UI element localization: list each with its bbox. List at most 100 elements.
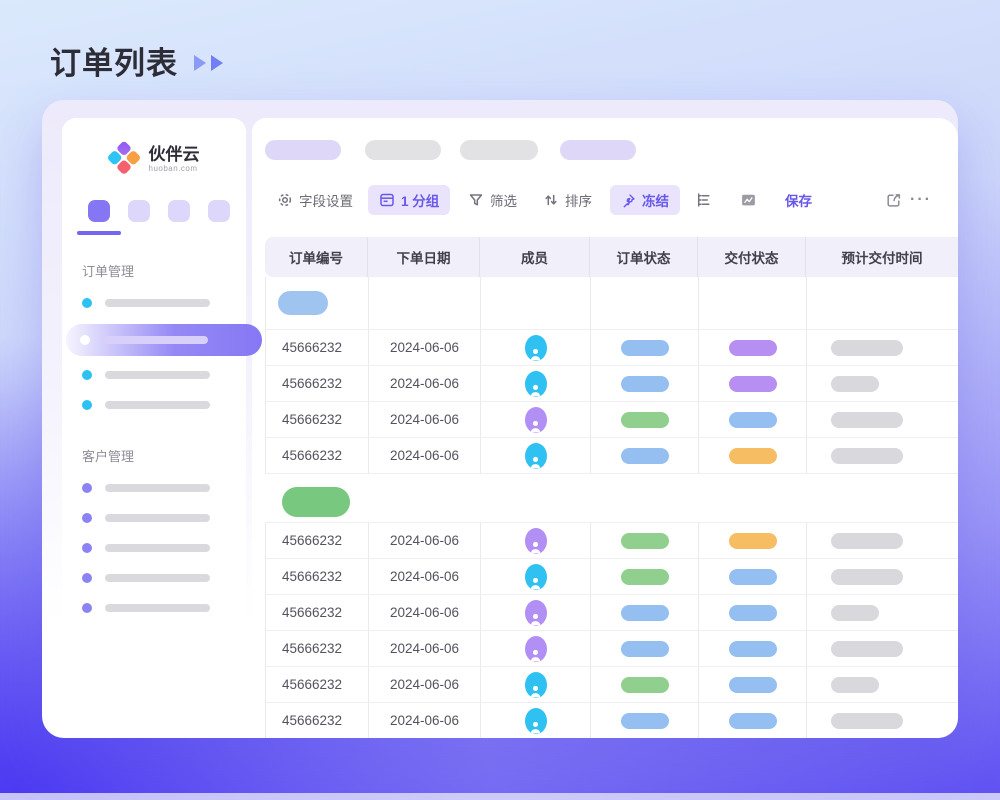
member-avatar [525,600,547,626]
chart-view-button[interactable] [740,192,757,209]
member-avatar [525,564,547,590]
column-header[interactable]: 订单编号 [265,237,368,277]
item-label-placeholder [105,401,210,409]
delivery-status-cell [699,631,807,666]
table-row[interactable]: 456662322024-06-06 [265,667,958,703]
member-cell [481,366,591,401]
table-header-row: 订单编号下单日期成员订单状态交付状态预计交付时间 [265,237,958,277]
logo: 伙伴云 huoban.com [62,144,246,174]
eta-placeholder-pill [831,677,879,693]
order-number-cell: 45666232 [266,438,369,473]
order-number-cell: 45666232 [266,703,369,738]
member-cell [481,402,591,437]
sidebar-item[interactable] [62,563,246,593]
sort-label: 排序 [565,190,592,210]
arrow-right-icon [211,55,223,71]
member-avatar [525,708,547,734]
delivery-status-pill [729,641,777,657]
group-header-row[interactable] [265,482,958,523]
group-label: 1 分组 [401,190,439,210]
order-status-cell [591,330,699,365]
share-button[interactable] [885,192,902,209]
member-cell [481,595,591,630]
eta-cell [807,366,958,401]
row-structure-button[interactable] [695,192,712,209]
sidebar-item[interactable] [62,533,246,563]
sidebar-item[interactable] [62,390,246,420]
freeze-button[interactable]: 冻结 [610,185,680,215]
sidebar-section: 客户管理 [62,446,246,623]
sort-button[interactable]: 排序 [543,190,592,210]
table-row[interactable]: 456662322024-06-06 [265,595,958,631]
table-row[interactable]: 456662322024-06-06 [265,438,958,474]
app-window-card: 伙伴云 huoban.com 订单管理 客户管理 字段设置 [42,100,958,738]
table-row[interactable]: 456662322024-06-06 [265,366,958,402]
sidebar-item[interactable] [62,593,246,623]
delivery-status-pill [729,340,777,356]
double-arrow-icon [194,55,223,71]
more-button[interactable]: ··· [910,191,932,209]
order-status-pill [621,412,669,428]
table-row[interactable]: 456662322024-06-06 [265,703,958,738]
table-row[interactable]: 456662322024-06-06 [265,402,958,438]
orders-table: 订单编号下单日期成员订单状态交付状态预计交付时间 456662322024-06… [265,237,958,738]
sidebar-item[interactable] [62,503,246,533]
order-date-cell: 2024-06-06 [369,330,481,365]
item-label-placeholder [105,604,210,612]
column-header[interactable]: 订单状态 [590,237,698,277]
item-dot [82,400,92,410]
item-label-placeholder [105,371,210,379]
table-row[interactable]: 456662322024-06-06 [265,330,958,366]
sidebar-tab[interactable] [208,200,230,222]
delivery-status-cell [699,667,807,702]
sidebar-section: 订单管理 [62,261,246,420]
order-status-pill [621,713,669,729]
sidebar-item[interactable] [62,360,246,390]
group-header-row[interactable] [265,277,958,330]
table-row[interactable]: 456662322024-06-06 [265,559,958,595]
column-header[interactable]: 交付状态 [698,237,806,277]
member-cell [481,667,591,702]
save-button[interactable]: 保存 [785,190,812,210]
group-cell [699,277,807,329]
member-avatar [525,371,547,397]
sidebar-item[interactable] [62,288,246,318]
order-date-cell: 2024-06-06 [369,402,481,437]
member-avatar [525,528,547,554]
more-label: ··· [910,191,932,209]
group-cell [807,277,958,329]
sidebar: 伙伴云 huoban.com 订单管理 客户管理 [62,118,246,738]
item-dot [82,603,92,613]
table-row[interactable]: 456662322024-06-06 [265,631,958,667]
table-row[interactable]: 456662322024-06-06 [265,523,958,559]
field-settings-button[interactable]: 字段设置 [277,190,353,210]
item-label-placeholder [105,484,210,492]
group-label-pill [278,291,328,315]
order-number-cell: 45666232 [266,330,369,365]
delivery-status-pill [729,677,777,693]
sidebar-item-active[interactable] [66,324,262,356]
field-settings-label: 字段设置 [299,190,353,210]
eta-placeholder-pill [831,713,903,729]
eta-placeholder-pill [831,605,879,621]
arrow-right-icon [194,55,206,71]
filter-button[interactable]: 筛选 [468,190,517,210]
group-cell [369,277,481,329]
column-header[interactable]: 成员 [480,237,590,277]
sidebar-tab[interactable] [128,200,150,222]
order-number-cell: 45666232 [266,631,369,666]
eta-placeholder-pill [831,569,903,585]
column-header[interactable]: 下单日期 [368,237,480,277]
eta-cell [807,330,958,365]
eta-cell [807,703,958,738]
group-button[interactable]: 1 分组 [368,185,450,215]
sidebar-tab-active[interactable] [88,200,110,222]
sidebar-tab[interactable] [168,200,190,222]
eta-placeholder-pill [831,340,903,356]
column-header[interactable]: 预计交付时间 [806,237,958,277]
eta-cell [807,523,958,558]
group-cell [266,277,369,329]
order-status-cell [591,366,699,401]
skeleton-pill [560,140,636,160]
sidebar-item[interactable] [62,473,246,503]
